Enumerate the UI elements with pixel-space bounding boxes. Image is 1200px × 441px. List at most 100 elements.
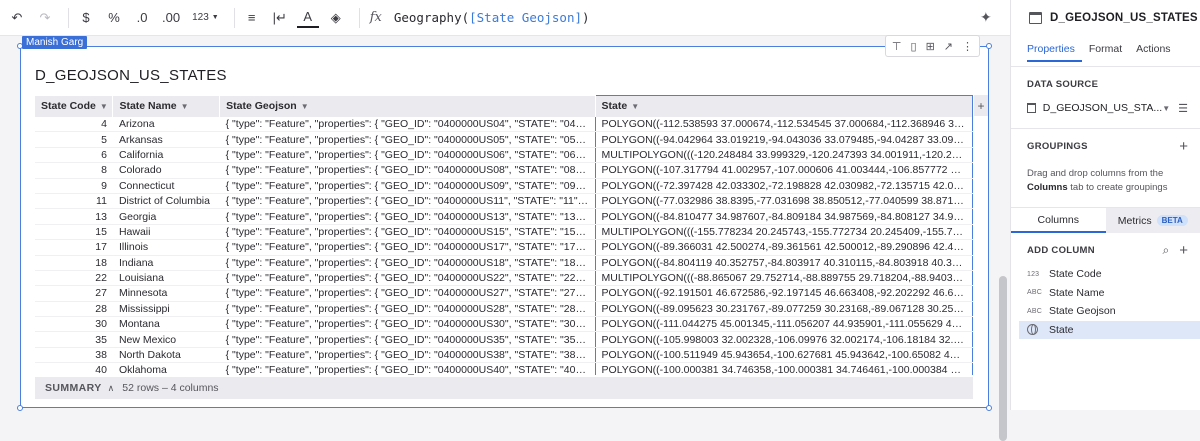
cell-state-code[interactable]: 11 <box>35 193 113 208</box>
formula-bar[interactable]: Geography([State Geojson]) <box>394 10 590 25</box>
cell-state[interactable]: POLYGON((-100.511949 45.943654,-100.6276… <box>595 347 972 362</box>
vertical-scrollbar[interactable] <box>999 276 1007 441</box>
cell-state[interactable]: POLYGON((-105.998003 32.002328,-106.0997… <box>595 332 972 347</box>
summary-bar[interactable]: SUMMARY ∧ 52 rows – 4 columns <box>35 377 973 399</box>
cell-state-code[interactable]: 38 <box>35 347 113 362</box>
cell-state-geojson[interactable]: { "type": "Feature", "properties": { "GE… <box>220 224 595 239</box>
search-icon[interactable]: ⌕ <box>1163 243 1170 258</box>
undo-icon[interactable]: ↶ <box>6 5 28 31</box>
table-row[interactable]: 30Montana{ "type": "Feature", "propertie… <box>35 317 973 332</box>
cell-state[interactable]: POLYGON((-72.397428 42.033302,-72.198828… <box>595 178 972 193</box>
align-icon[interactable]: ≡ <box>241 5 263 31</box>
element-title[interactable]: D_GEOJSON_US_STATES <box>35 67 227 84</box>
cell-state-code[interactable]: 6 <box>35 147 113 162</box>
cell-state-name[interactable]: Mississippi <box>113 301 220 316</box>
tab-properties[interactable]: Properties <box>1027 43 1075 55</box>
cell-state-code[interactable]: 27 <box>35 286 113 301</box>
text-color-button[interactable]: A <box>297 8 319 28</box>
cell-state-code[interactable]: 30 <box>35 317 113 332</box>
column-item-state-code[interactable]: 123 State Code <box>1011 265 1200 284</box>
cell-state-geojson[interactable]: { "type": "Feature", "properties": { "GE… <box>220 209 595 224</box>
cell-state-name[interactable]: Illinois <box>113 240 220 255</box>
cell-state-geojson[interactable]: { "type": "Feature", "properties": { "GE… <box>220 178 595 193</box>
table-row[interactable]: 28Mississippi{ "type": "Feature", "prope… <box>35 301 973 316</box>
cell-state-geojson[interactable]: { "type": "Feature", "properties": { "GE… <box>220 270 595 285</box>
table-row[interactable]: 18Indiana{ "type": "Feature", "propertie… <box>35 255 973 270</box>
data-source-selector[interactable]: D_GEOJSON_US_STA... ▼ ☰ <box>1011 96 1200 120</box>
cell-state-geojson[interactable]: { "type": "Feature", "properties": { "GE… <box>220 132 595 147</box>
cell-state-geojson[interactable]: { "type": "Feature", "properties": { "GE… <box>220 117 595 132</box>
cell-state[interactable]: POLYGON((-89.366031 42.500274,-89.361561… <box>595 240 972 255</box>
column-item-state[interactable]: State <box>1019 321 1200 340</box>
tab-format[interactable]: Format <box>1089 43 1122 55</box>
cell-state[interactable]: MULTIPOLYGON(((-155.778234 20.245743,-15… <box>595 224 972 239</box>
cell-state[interactable]: POLYGON((-100.000381 34.746358,-100.0003… <box>595 363 972 375</box>
subtab-metrics[interactable]: MetricsBETA <box>1106 208 1200 233</box>
table-row[interactable]: 35New Mexico{ "type": "Feature", "proper… <box>35 332 973 347</box>
delete-icon[interactable]: ▯ <box>911 40 917 53</box>
cell-state-geojson[interactable]: { "type": "Feature", "properties": { "GE… <box>220 332 595 347</box>
column-item-state-name[interactable]: ABC State Name <box>1011 284 1200 303</box>
resize-handle[interactable] <box>986 43 992 49</box>
chevron-up-icon[interactable]: ∧ <box>108 383 115 394</box>
cell-state[interactable]: MULTIPOLYGON(((-120.248484 33.999329,-12… <box>595 147 972 162</box>
cell-state-geojson[interactable]: { "type": "Feature", "properties": { "GE… <box>220 301 595 316</box>
table-row[interactable]: 17Illinois{ "type": "Feature", "properti… <box>35 240 973 255</box>
percent-format-button[interactable]: % <box>103 5 125 31</box>
header-state-code[interactable]: State Code▼ <box>35 96 113 117</box>
cell-state-name[interactable]: Minnesota <box>113 286 220 301</box>
cell-state-code[interactable]: 35 <box>35 332 113 347</box>
add-grouping-plus-icon[interactable]: + <box>1179 138 1188 155</box>
resize-handle[interactable] <box>986 405 992 411</box>
add-column-plus-icon[interactable]: + <box>1179 242 1188 259</box>
decrease-decimals-button[interactable]: .0 <box>131 5 153 31</box>
table-row[interactable]: 15Hawaii{ "type": "Feature", "properties… <box>35 224 973 239</box>
cell-state-code[interactable]: 5 <box>35 132 113 147</box>
cell-state-code[interactable]: 22 <box>35 270 113 285</box>
cell-state-code[interactable]: 8 <box>35 163 113 178</box>
tab-actions[interactable]: Actions <box>1136 43 1170 55</box>
cell-state-geojson[interactable]: { "type": "Feature", "properties": { "GE… <box>220 163 595 178</box>
add-column-plus-icon[interactable]: + <box>974 95 988 116</box>
table-row[interactable]: 38North Dakota{ "type": "Feature", "prop… <box>35 347 973 362</box>
table-row[interactable]: 5Arkansas{ "type": "Feature", "propertie… <box>35 132 973 147</box>
cell-state[interactable]: POLYGON((-84.804119 40.352757,-84.803917… <box>595 255 972 270</box>
resize-handle[interactable] <box>17 405 23 411</box>
cell-state-name[interactable]: North Dakota <box>113 347 220 362</box>
table-row[interactable]: 8Colorado{ "type": "Feature", "propertie… <box>35 163 973 178</box>
magic-wand-icon[interactable]: ✦ <box>980 9 992 26</box>
header-state-name[interactable]: State Name▼ <box>113 96 220 117</box>
chevron-down-icon[interactable]: ▼ <box>100 102 108 111</box>
cell-state[interactable]: POLYGON((-92.191501 46.672586,-92.197145… <box>595 286 972 301</box>
table-row[interactable]: 22Louisiana{ "type": "Feature", "propert… <box>35 270 973 285</box>
cell-state-name[interactable]: Connecticut <box>113 178 220 193</box>
redo-icon[interactable]: ↷ <box>34 5 56 31</box>
cell-state-name[interactable]: District of Columbia <box>113 193 220 208</box>
chevron-down-icon[interactable]: ▼ <box>631 102 639 111</box>
increase-decimals-button[interactable]: .00 <box>159 5 183 31</box>
table-row[interactable]: 9Connecticut{ "type": "Feature", "proper… <box>35 178 973 193</box>
cell-state[interactable]: POLYGON((-111.044275 45.001345,-111.0562… <box>595 317 972 332</box>
cell-state-geojson[interactable]: { "type": "Feature", "properties": { "GE… <box>220 255 595 270</box>
cell-state-code[interactable]: 4 <box>35 117 113 132</box>
cell-state-name[interactable]: Arkansas <box>113 132 220 147</box>
cell-state-name[interactable]: Indiana <box>113 255 220 270</box>
cell-state-name[interactable]: California <box>113 147 220 162</box>
header-state[interactable]: State▼ <box>595 96 972 117</box>
filter-icon[interactable]: ⊤ <box>892 40 902 53</box>
table-row[interactable]: 13Georgia{ "type": "Feature", "propertie… <box>35 209 973 224</box>
cell-state[interactable]: MULTIPOLYGON(((-88.865067 29.752714,-88.… <box>595 270 972 285</box>
cell-state[interactable]: POLYGON((-94.042964 33.019219,-94.043036… <box>595 132 972 147</box>
cell-state-code[interactable]: 40 <box>35 363 113 375</box>
chevron-down-icon[interactable]: ▼ <box>301 102 309 111</box>
cell-state-name[interactable]: Georgia <box>113 209 220 224</box>
cell-state-code[interactable]: 17 <box>35 240 113 255</box>
more-icon[interactable]: ⋮ <box>962 40 973 53</box>
table-row[interactable]: 4Arizona{ "type": "Feature", "properties… <box>35 117 973 132</box>
cell-state[interactable]: POLYGON((-89.095623 30.231767,-89.077259… <box>595 301 972 316</box>
cell-state-geojson[interactable]: { "type": "Feature", "properties": { "GE… <box>220 363 595 375</box>
table-row[interactable]: 40Oklahoma{ "type": "Feature", "properti… <box>35 363 973 375</box>
cell-state-name[interactable]: Montana <box>113 317 220 332</box>
cell-state-code[interactable]: 28 <box>35 301 113 316</box>
cell-state-name[interactable]: Louisiana <box>113 270 220 285</box>
